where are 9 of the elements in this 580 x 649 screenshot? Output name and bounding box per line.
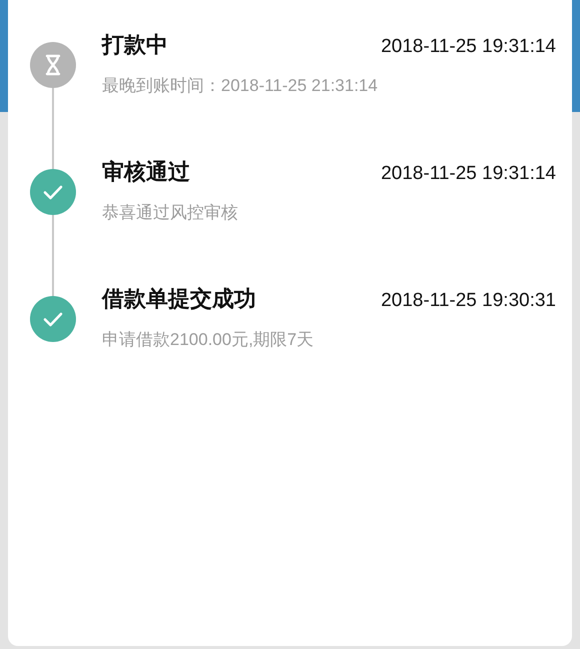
step-title: 打款中 xyxy=(102,31,168,59)
step-time: 2018-11-25 19:31:14 xyxy=(380,35,556,59)
step-detail: 申请借款2100.00元,期限7天 xyxy=(102,329,315,351)
step-title: 借款单提交成功 xyxy=(102,285,256,313)
step-detail: 恭喜通过风控审核 xyxy=(102,202,239,224)
step-time: 2018-11-25 19:31:14 xyxy=(380,162,556,186)
step-title: 审核通过 xyxy=(102,158,190,186)
step-time: 2018-11-25 19:30:31 xyxy=(380,289,556,313)
step-detail: 最晚到账时间：2018-11-25 21:31:14 xyxy=(102,75,379,97)
